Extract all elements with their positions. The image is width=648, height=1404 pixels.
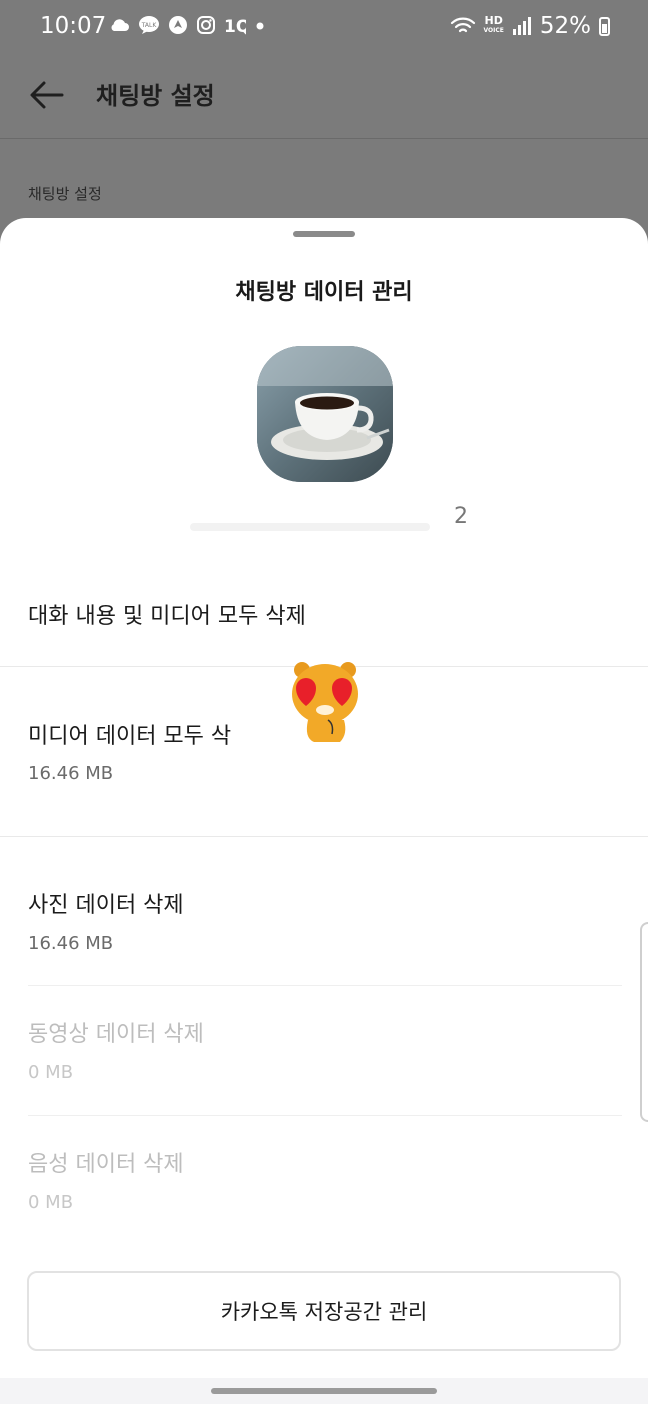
chat-room-avatar <box>257 346 393 482</box>
wifi-icon <box>450 17 475 33</box>
home-gesture-pill[interactable] <box>211 1388 437 1394</box>
signal-icon <box>512 17 531 35</box>
notification-icons: TALK 1Q <box>108 15 266 35</box>
cloud-icon <box>111 19 129 31</box>
scroll-indicator[interactable] <box>640 922 648 1122</box>
status-time: 10:07 <box>40 13 107 39</box>
delete-video-data-label: 동영상 데이터 삭제 <box>28 1022 204 1047</box>
background-section-label: 채팅방 설정 <box>28 185 102 203</box>
delete-video-data-size: 0 MB <box>28 1062 74 1083</box>
app-icon: 1Q <box>224 17 246 35</box>
data-management-sheet: 채팅방 데이터 관리 2 대화 내용 및 미디어 모두 삭제 미디어 데이터 모… <box>0 218 648 1404</box>
delete-all-media-size: 16.46 MB <box>28 763 114 784</box>
delete-photo-data-label: 사진 데이터 삭제 <box>28 893 184 918</box>
hd-voice-indicator: HD VOICE <box>483 14 504 36</box>
svg-text:TALK: TALK <box>141 22 158 29</box>
delete-voice-data-label: 음성 데이터 삭제 <box>28 1152 184 1177</box>
status-bar: 10:07 TALK 1Q HD VOICE 52% <box>0 0 648 56</box>
app-bar: 채팅방 설정 <box>0 56 648 139</box>
svg-text:1Q: 1Q <box>224 17 246 35</box>
battery-percent: 52% <box>539 13 591 39</box>
delete-photo-data-row[interactable]: 사진 데이터 삭제 16.46 MB <box>0 837 648 985</box>
delete-video-data-row: 동영상 데이터 삭제 0 MB <box>0 986 648 1114</box>
delete-all-media-label: 미디어 데이터 모두 삭 <box>28 724 232 749</box>
back-arrow-icon[interactable] <box>26 74 68 116</box>
delete-voice-data-size: 0 MB <box>28 1192 74 1213</box>
instagram-icon <box>197 16 215 34</box>
battery-icon <box>599 16 610 36</box>
system-nav-bar <box>0 1378 648 1404</box>
voice-label: VOICE <box>483 27 504 34</box>
delete-photo-data-size: 16.46 MB <box>28 933 114 954</box>
delete-all-chat-and-media-row[interactable]: 대화 내용 및 미디어 모두 삭제 <box>0 558 648 666</box>
sheet-title: 채팅방 데이터 관리 <box>235 280 413 305</box>
status-right: HD VOICE 52% <box>450 13 610 39</box>
delete-all-chat-and-media-label: 대화 내용 및 미디어 모두 삭제 <box>28 604 306 629</box>
page-title: 채팅방 설정 <box>96 82 215 110</box>
navigation-icon <box>169 16 187 34</box>
delete-voice-data-row: 음성 데이터 삭제 0 MB <box>0 1116 648 1244</box>
ryan-heart-eyes-sticker <box>292 662 358 742</box>
hd-label: HD <box>484 14 503 27</box>
sheet-drag-handle[interactable] <box>293 231 355 237</box>
kakaotalk-storage-button[interactable]: 카카오톡 저장공간 관리 <box>27 1271 621 1351</box>
dot-icon <box>256 22 264 30</box>
talk-icon: TALK <box>139 16 159 34</box>
chat-room-name: 2 <box>454 504 468 529</box>
